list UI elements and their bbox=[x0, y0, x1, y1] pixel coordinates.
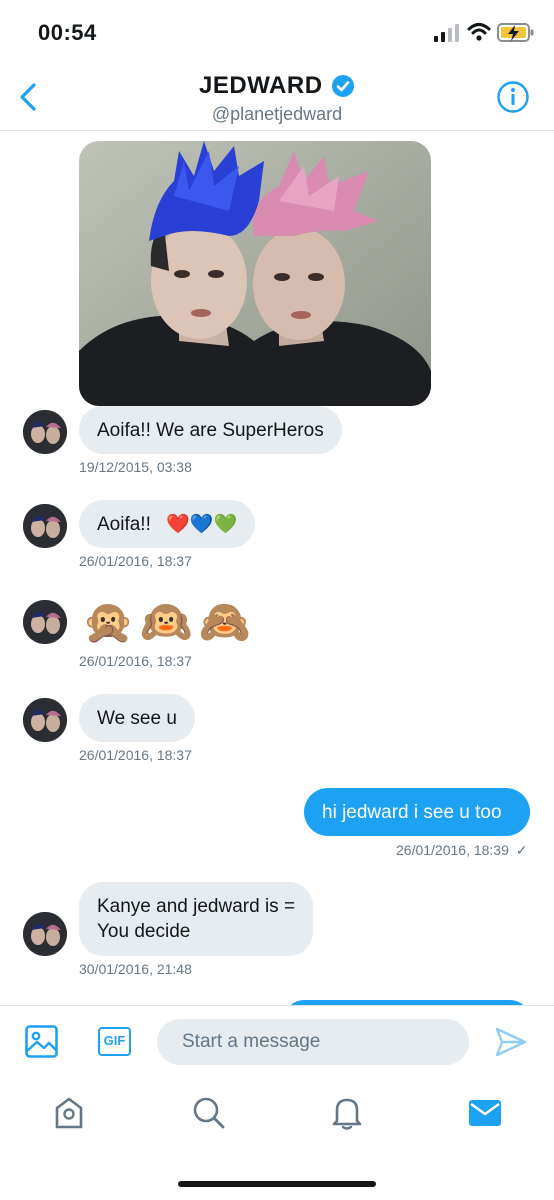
message-timestamp: 26/01/2016, 18:37 bbox=[79, 653, 192, 669]
send-icon[interactable] bbox=[494, 1025, 528, 1059]
gif-button[interactable]: GIF bbox=[98, 1027, 131, 1056]
monkey-emojis[interactable]: 🙊🙉🙈 bbox=[82, 596, 257, 648]
message-timestamp: 30/01/2016, 21:48 bbox=[79, 961, 192, 977]
message-timestamp: 26/01/2016, 18:37 bbox=[79, 553, 192, 569]
message-text: Aoifa!! We are SuperHeros bbox=[97, 420, 324, 441]
contact-handle: @planetjedward bbox=[211, 104, 343, 124]
messages-tab-icon[interactable] bbox=[468, 1099, 502, 1127]
message-text-line: Kanye and jedward is = bbox=[97, 896, 296, 917]
sent-message-bubble[interactable]: hi jedward i see u too bbox=[304, 788, 530, 836]
image-icon[interactable] bbox=[25, 1025, 58, 1058]
compose-divider bbox=[0, 1005, 554, 1006]
message-text: Aoifa!! bbox=[97, 514, 151, 535]
battery-charging-icon bbox=[497, 23, 534, 42]
status-time: 00:54 bbox=[38, 20, 97, 45]
message-timestamp: 19/12/2015, 03:38 bbox=[79, 459, 192, 475]
heart-emojis: ❤️💙💚 bbox=[166, 514, 238, 535]
avatar[interactable] bbox=[23, 504, 67, 548]
sent-check-icon: ✓ bbox=[515, 842, 528, 858]
shared-photo[interactable] bbox=[79, 141, 431, 406]
message-input-placeholder: Start a message bbox=[182, 1031, 321, 1052]
info-icon[interactable] bbox=[496, 80, 530, 114]
verified-badge-icon bbox=[331, 75, 354, 97]
home-indicator bbox=[178, 1181, 376, 1187]
avatar[interactable] bbox=[23, 912, 67, 956]
avatar[interactable] bbox=[23, 698, 67, 742]
message-bubble[interactable]: Kanye and jedward is = You decide bbox=[79, 882, 314, 956]
signal-icon bbox=[434, 24, 459, 42]
message-timestamp: 26/01/2016, 18:39 ✓ bbox=[396, 842, 528, 858]
avatar[interactable] bbox=[23, 410, 67, 454]
home-tab-icon[interactable] bbox=[53, 1096, 85, 1130]
message-text-line: You decide bbox=[97, 921, 191, 942]
search-tab-icon[interactable] bbox=[192, 1096, 226, 1130]
message-bubble[interactable]: Aoifa!! ❤️💙💚 bbox=[79, 500, 256, 548]
conversation-title: JEDWARD bbox=[0, 72, 554, 100]
header-divider bbox=[0, 130, 554, 131]
contact-name: JEDWARD bbox=[199, 72, 323, 99]
message-timestamp: 26/01/2016, 18:37 bbox=[79, 747, 192, 763]
notifications-tab-icon[interactable] bbox=[331, 1095, 363, 1131]
message-bubble[interactable]: We see u bbox=[79, 694, 195, 742]
message-text: We see u bbox=[97, 708, 177, 729]
message-text: hi jedward i see u too bbox=[322, 802, 502, 823]
avatar[interactable] bbox=[23, 600, 67, 644]
message-bubble[interactable]: Aoifa!! We are SuperHeros bbox=[79, 406, 342, 454]
wifi-icon bbox=[467, 23, 491, 41]
